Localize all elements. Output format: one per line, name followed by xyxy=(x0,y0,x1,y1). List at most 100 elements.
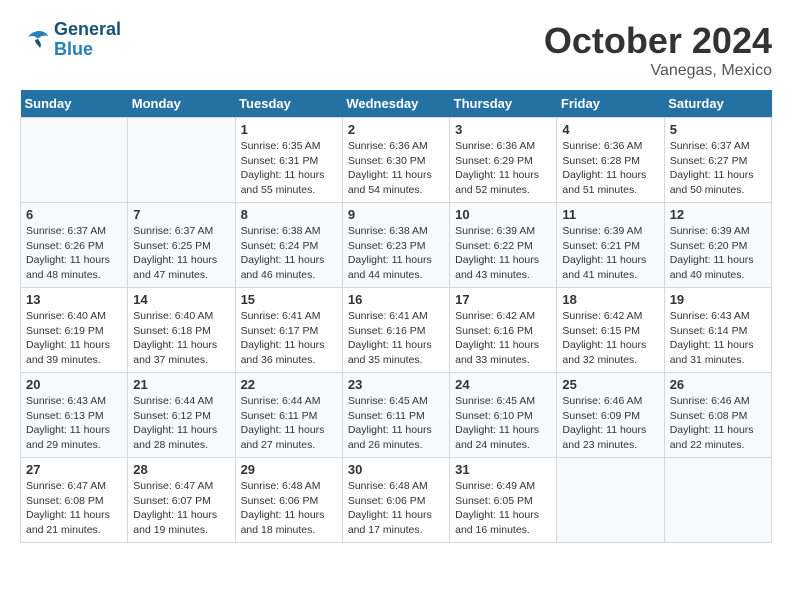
weekday-header-wednesday: Wednesday xyxy=(342,90,449,118)
day-info: Sunrise: 6:44 AM Sunset: 6:11 PM Dayligh… xyxy=(241,394,337,453)
calendar-cell: 1 Sunrise: 6:35 AM Sunset: 6:31 PM Daylig… xyxy=(235,118,342,203)
day-info: Sunrise: 6:37 AM Sunset: 6:25 PM Dayligh… xyxy=(133,224,229,283)
day-number: 17 xyxy=(455,292,551,307)
calendar-cell: 20 Sunrise: 6:43 AM Sunset: 6:13 PM Dayli… xyxy=(21,373,128,458)
day-info: Sunrise: 6:36 AM Sunset: 6:30 PM Dayligh… xyxy=(348,139,444,198)
day-info: Sunrise: 6:48 AM Sunset: 6:06 PM Dayligh… xyxy=(348,479,444,538)
calendar-cell: 3 Sunrise: 6:36 AM Sunset: 6:29 PM Daylig… xyxy=(450,118,557,203)
calendar-cell: 24 Sunrise: 6:45 AM Sunset: 6:10 PM Dayli… xyxy=(450,373,557,458)
calendar-cell: 16Sunrise: 6:41 AM Sunset: 6:16 PM Dayli… xyxy=(342,288,449,373)
calendar-cell xyxy=(557,458,664,543)
day-info: Sunrise: 6:37 AM Sunset: 6:27 PM Dayligh… xyxy=(670,139,766,198)
title-block: October 2024 Vanegas, Mexico xyxy=(544,20,772,80)
day-number: 3 xyxy=(455,122,551,137)
day-info: Sunrise: 6:36 AM Sunset: 6:29 PM Dayligh… xyxy=(455,139,551,198)
calendar-cell: 12 Sunrise: 6:39 AM Sunset: 6:20 PM Dayli… xyxy=(664,203,771,288)
day-number: 13 xyxy=(26,292,122,307)
day-number: 4 xyxy=(562,122,658,137)
calendar-cell: 6Sunrise: 6:37 AM Sunset: 6:26 PM Daylig… xyxy=(21,203,128,288)
day-info: Sunrise: 6:36 AM Sunset: 6:28 PM Dayligh… xyxy=(562,139,658,198)
calendar-week-row: 13 Sunrise: 6:40 AM Sunset: 6:19 PM Dayli… xyxy=(21,288,772,373)
day-number: 1 xyxy=(241,122,337,137)
day-number: 20 xyxy=(26,377,122,392)
calendar-week-row: 27Sunrise: 6:47 AM Sunset: 6:08 PM Dayli… xyxy=(21,458,772,543)
day-info: Sunrise: 6:45 AM Sunset: 6:10 PM Dayligh… xyxy=(455,394,551,453)
weekday-header-sunday: Sunday xyxy=(21,90,128,118)
calendar-week-row: 20 Sunrise: 6:43 AM Sunset: 6:13 PM Dayli… xyxy=(21,373,772,458)
calendar-cell: 17 Sunrise: 6:42 AM Sunset: 6:16 PM Dayli… xyxy=(450,288,557,373)
calendar-table: SundayMondayTuesdayWednesdayThursdayFrid… xyxy=(20,90,772,543)
calendar-cell: 8Sunrise: 6:38 AM Sunset: 6:24 PM Daylig… xyxy=(235,203,342,288)
weekday-header-thursday: Thursday xyxy=(450,90,557,118)
calendar-cell: 5 Sunrise: 6:37 AM Sunset: 6:27 PM Daylig… xyxy=(664,118,771,203)
calendar-cell: 10 Sunrise: 6:39 AM Sunset: 6:22 PM Dayli… xyxy=(450,203,557,288)
calendar-cell: 15 Sunrise: 6:41 AM Sunset: 6:17 PM Dayli… xyxy=(235,288,342,373)
calendar-cell: 19 Sunrise: 6:43 AM Sunset: 6:14 PM Dayli… xyxy=(664,288,771,373)
day-number: 24 xyxy=(455,377,551,392)
day-info: Sunrise: 6:48 AM Sunset: 6:06 PM Dayligh… xyxy=(241,479,337,538)
day-number: 12 xyxy=(670,207,766,222)
day-info: Sunrise: 6:39 AM Sunset: 6:20 PM Dayligh… xyxy=(670,224,766,283)
calendar-cell: 9Sunrise: 6:38 AM Sunset: 6:23 PM Daylig… xyxy=(342,203,449,288)
day-number: 22 xyxy=(241,377,337,392)
day-info: Sunrise: 6:49 AM Sunset: 6:05 PM Dayligh… xyxy=(455,479,551,538)
calendar-cell: 21 Sunrise: 6:44 AM Sunset: 6:12 PM Dayli… xyxy=(128,373,235,458)
logo-bird-icon xyxy=(20,28,50,52)
day-info: Sunrise: 6:42 AM Sunset: 6:15 PM Dayligh… xyxy=(562,309,658,368)
day-number: 19 xyxy=(670,292,766,307)
calendar-cell: 13 Sunrise: 6:40 AM Sunset: 6:19 PM Dayli… xyxy=(21,288,128,373)
day-info: Sunrise: 6:41 AM Sunset: 6:17 PM Dayligh… xyxy=(241,309,337,368)
day-number: 31 xyxy=(455,462,551,477)
day-info: Sunrise: 6:39 AM Sunset: 6:22 PM Dayligh… xyxy=(455,224,551,283)
day-number: 21 xyxy=(133,377,229,392)
day-info: Sunrise: 6:41 AM Sunset: 6:16 PM Dayligh… xyxy=(348,309,444,368)
weekday-header-monday: Monday xyxy=(128,90,235,118)
calendar-cell: 23 Sunrise: 6:45 AM Sunset: 6:11 PM Dayli… xyxy=(342,373,449,458)
day-info: Sunrise: 6:39 AM Sunset: 6:21 PM Dayligh… xyxy=(562,224,658,283)
calendar-cell: 11Sunrise: 6:39 AM Sunset: 6:21 PM Dayli… xyxy=(557,203,664,288)
day-number: 5 xyxy=(670,122,766,137)
day-info: Sunrise: 6:43 AM Sunset: 6:14 PM Dayligh… xyxy=(670,309,766,368)
day-info: Sunrise: 6:38 AM Sunset: 6:24 PM Dayligh… xyxy=(241,224,337,283)
calendar-cell: 2Sunrise: 6:36 AM Sunset: 6:30 PM Daylig… xyxy=(342,118,449,203)
day-info: Sunrise: 6:42 AM Sunset: 6:16 PM Dayligh… xyxy=(455,309,551,368)
calendar-cell: 25Sunrise: 6:46 AM Sunset: 6:09 PM Dayli… xyxy=(557,373,664,458)
day-number: 23 xyxy=(348,377,444,392)
day-info: Sunrise: 6:47 AM Sunset: 6:07 PM Dayligh… xyxy=(133,479,229,538)
day-number: 26 xyxy=(670,377,766,392)
weekday-header-tuesday: Tuesday xyxy=(235,90,342,118)
calendar-week-row: 6Sunrise: 6:37 AM Sunset: 6:26 PM Daylig… xyxy=(21,203,772,288)
day-info: Sunrise: 6:35 AM Sunset: 6:31 PM Dayligh… xyxy=(241,139,337,198)
day-number: 30 xyxy=(348,462,444,477)
weekday-header-row: SundayMondayTuesdayWednesdayThursdayFrid… xyxy=(21,90,772,118)
day-info: Sunrise: 6:45 AM Sunset: 6:11 PM Dayligh… xyxy=(348,394,444,453)
day-number: 7 xyxy=(133,207,229,222)
calendar-cell: 18 Sunrise: 6:42 AM Sunset: 6:15 PM Dayli… xyxy=(557,288,664,373)
day-number: 14 xyxy=(133,292,229,307)
day-info: Sunrise: 6:46 AM Sunset: 6:08 PM Dayligh… xyxy=(670,394,766,453)
calendar-cell: 29 Sunrise: 6:48 AM Sunset: 6:06 PM Dayli… xyxy=(235,458,342,543)
day-number: 29 xyxy=(241,462,337,477)
weekday-header-friday: Friday xyxy=(557,90,664,118)
weekday-header-saturday: Saturday xyxy=(664,90,771,118)
calendar-cell: 4 Sunrise: 6:36 AM Sunset: 6:28 PM Daylig… xyxy=(557,118,664,203)
day-number: 10 xyxy=(455,207,551,222)
calendar-cell: 31 Sunrise: 6:49 AM Sunset: 6:05 PM Dayli… xyxy=(450,458,557,543)
calendar-cell: 7 Sunrise: 6:37 AM Sunset: 6:25 PM Daylig… xyxy=(128,203,235,288)
calendar-cell xyxy=(128,118,235,203)
logo-text: General Blue xyxy=(54,20,121,60)
day-info: Sunrise: 6:37 AM Sunset: 6:26 PM Dayligh… xyxy=(26,224,122,283)
day-info: Sunrise: 6:40 AM Sunset: 6:18 PM Dayligh… xyxy=(133,309,229,368)
day-info: Sunrise: 6:44 AM Sunset: 6:12 PM Dayligh… xyxy=(133,394,229,453)
day-info: Sunrise: 6:40 AM Sunset: 6:19 PM Dayligh… xyxy=(26,309,122,368)
day-number: 9 xyxy=(348,207,444,222)
calendar-cell: 27Sunrise: 6:47 AM Sunset: 6:08 PM Dayli… xyxy=(21,458,128,543)
day-number: 27 xyxy=(26,462,122,477)
day-number: 25 xyxy=(562,377,658,392)
day-number: 15 xyxy=(241,292,337,307)
calendar-cell: 14 Sunrise: 6:40 AM Sunset: 6:18 PM Dayli… xyxy=(128,288,235,373)
day-number: 18 xyxy=(562,292,658,307)
calendar-cell: 22 Sunrise: 6:44 AM Sunset: 6:11 PM Dayli… xyxy=(235,373,342,458)
calendar-cell: 26 Sunrise: 6:46 AM Sunset: 6:08 PM Dayli… xyxy=(664,373,771,458)
day-info: Sunrise: 6:43 AM Sunset: 6:13 PM Dayligh… xyxy=(26,394,122,453)
